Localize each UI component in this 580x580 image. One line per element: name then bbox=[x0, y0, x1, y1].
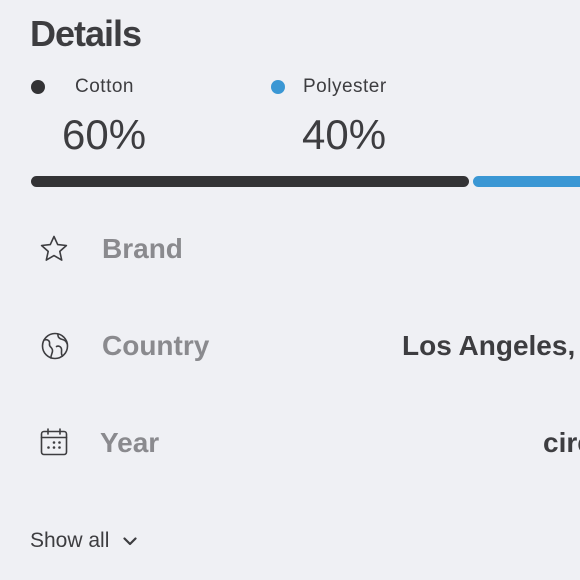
calendar-icon bbox=[39, 427, 69, 457]
detail-label-year: Year bbox=[100, 427, 160, 458]
show-all-label: Show all bbox=[30, 529, 110, 552]
star-icon bbox=[39, 234, 69, 264]
chevron-down-icon bbox=[121, 532, 139, 550]
legend-label-cotton: Cotton bbox=[75, 76, 134, 97]
show-all-button[interactable]: Show all bbox=[30, 529, 139, 553]
legend-item-polyester: Polyester bbox=[271, 76, 387, 98]
detail-label-brand: Brand bbox=[102, 233, 183, 264]
detail-label-country: Country bbox=[102, 330, 210, 361]
detail-value-year: circ bbox=[543, 427, 580, 458]
cotton-color-dot bbox=[31, 80, 45, 94]
globe-icon bbox=[40, 331, 70, 361]
composition-bar-polyester bbox=[473, 176, 580, 187]
page-title: Details bbox=[30, 13, 142, 54]
detail-value-country: Los Angeles, bbox=[402, 330, 576, 361]
polyester-percent: 40% bbox=[302, 111, 387, 158]
legend-label-polyester: Polyester bbox=[303, 76, 387, 97]
composition-bar-cotton bbox=[31, 176, 469, 187]
details-panel: Details Cotton 60% Polyester 40% Brand C… bbox=[0, 0, 580, 580]
legend-item-cotton: Cotton bbox=[31, 76, 134, 98]
cotton-percent: 60% bbox=[62, 111, 147, 158]
polyester-color-dot bbox=[271, 80, 285, 94]
